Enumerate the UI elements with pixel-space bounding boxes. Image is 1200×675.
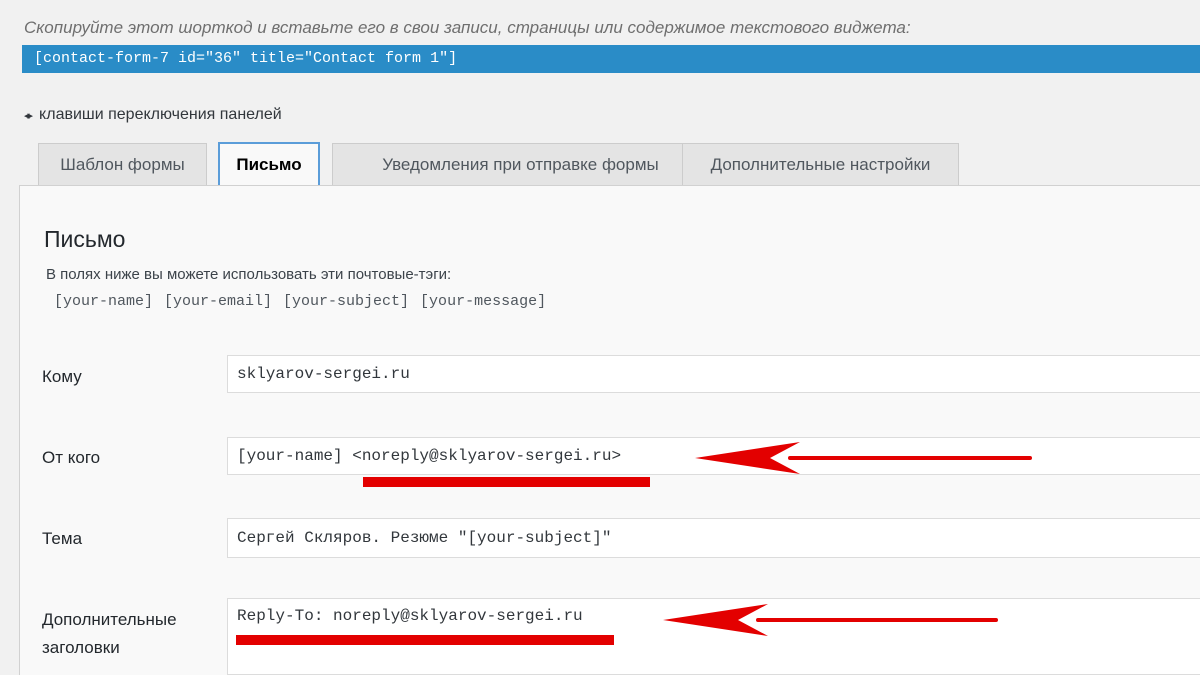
headers-label: Дополнительные заголовки — [42, 606, 177, 662]
shortcode-hint: Скопируйте этот шорткод и вставьте его в… — [24, 18, 911, 37]
tab-mail[interactable]: Письмо — [218, 142, 320, 186]
tab-messages[interactable]: Уведомления при отправке формы — [332, 143, 709, 185]
shortcode-field[interactable]: [contact-form-7 id="36" title="Contact f… — [22, 45, 1200, 73]
panel-switch-hint-text: клавиши переключения панелей — [39, 106, 282, 123]
panel-title: Письмо — [44, 226, 126, 252]
headers-label-line2: заголовки — [42, 638, 120, 657]
to-field[interactable]: sklyarov-sergei.ru — [227, 355, 1200, 393]
panel-switch-hint: ◂▸ клавиши переключения панелей — [24, 106, 282, 124]
tab-form-template[interactable]: Шаблон формы — [38, 143, 207, 185]
left-right-arrows-icon: ◂▸ — [24, 109, 33, 122]
panel-description: В полях ниже вы можете использовать эти … — [46, 266, 452, 283]
headers-highlight-underline — [236, 635, 614, 645]
from-highlight-underline — [363, 477, 650, 487]
mail-tags: [your-name] [your-email] [your-subject] … — [54, 293, 547, 310]
subject-field[interactable]: Сергей Скляров. Резюме "[your-subject]" — [227, 518, 1200, 558]
tab-additional-settings[interactable]: Дополнительные настройки — [682, 143, 959, 185]
headers-label-line1: Дополнительные — [42, 610, 177, 629]
red-annotation-arrow-icon — [695, 442, 1032, 474]
from-label: От кого — [42, 448, 101, 467]
to-label: Кому — [42, 367, 82, 386]
subject-label: Тема — [42, 529, 83, 548]
red-annotation-arrow-icon — [663, 604, 998, 636]
